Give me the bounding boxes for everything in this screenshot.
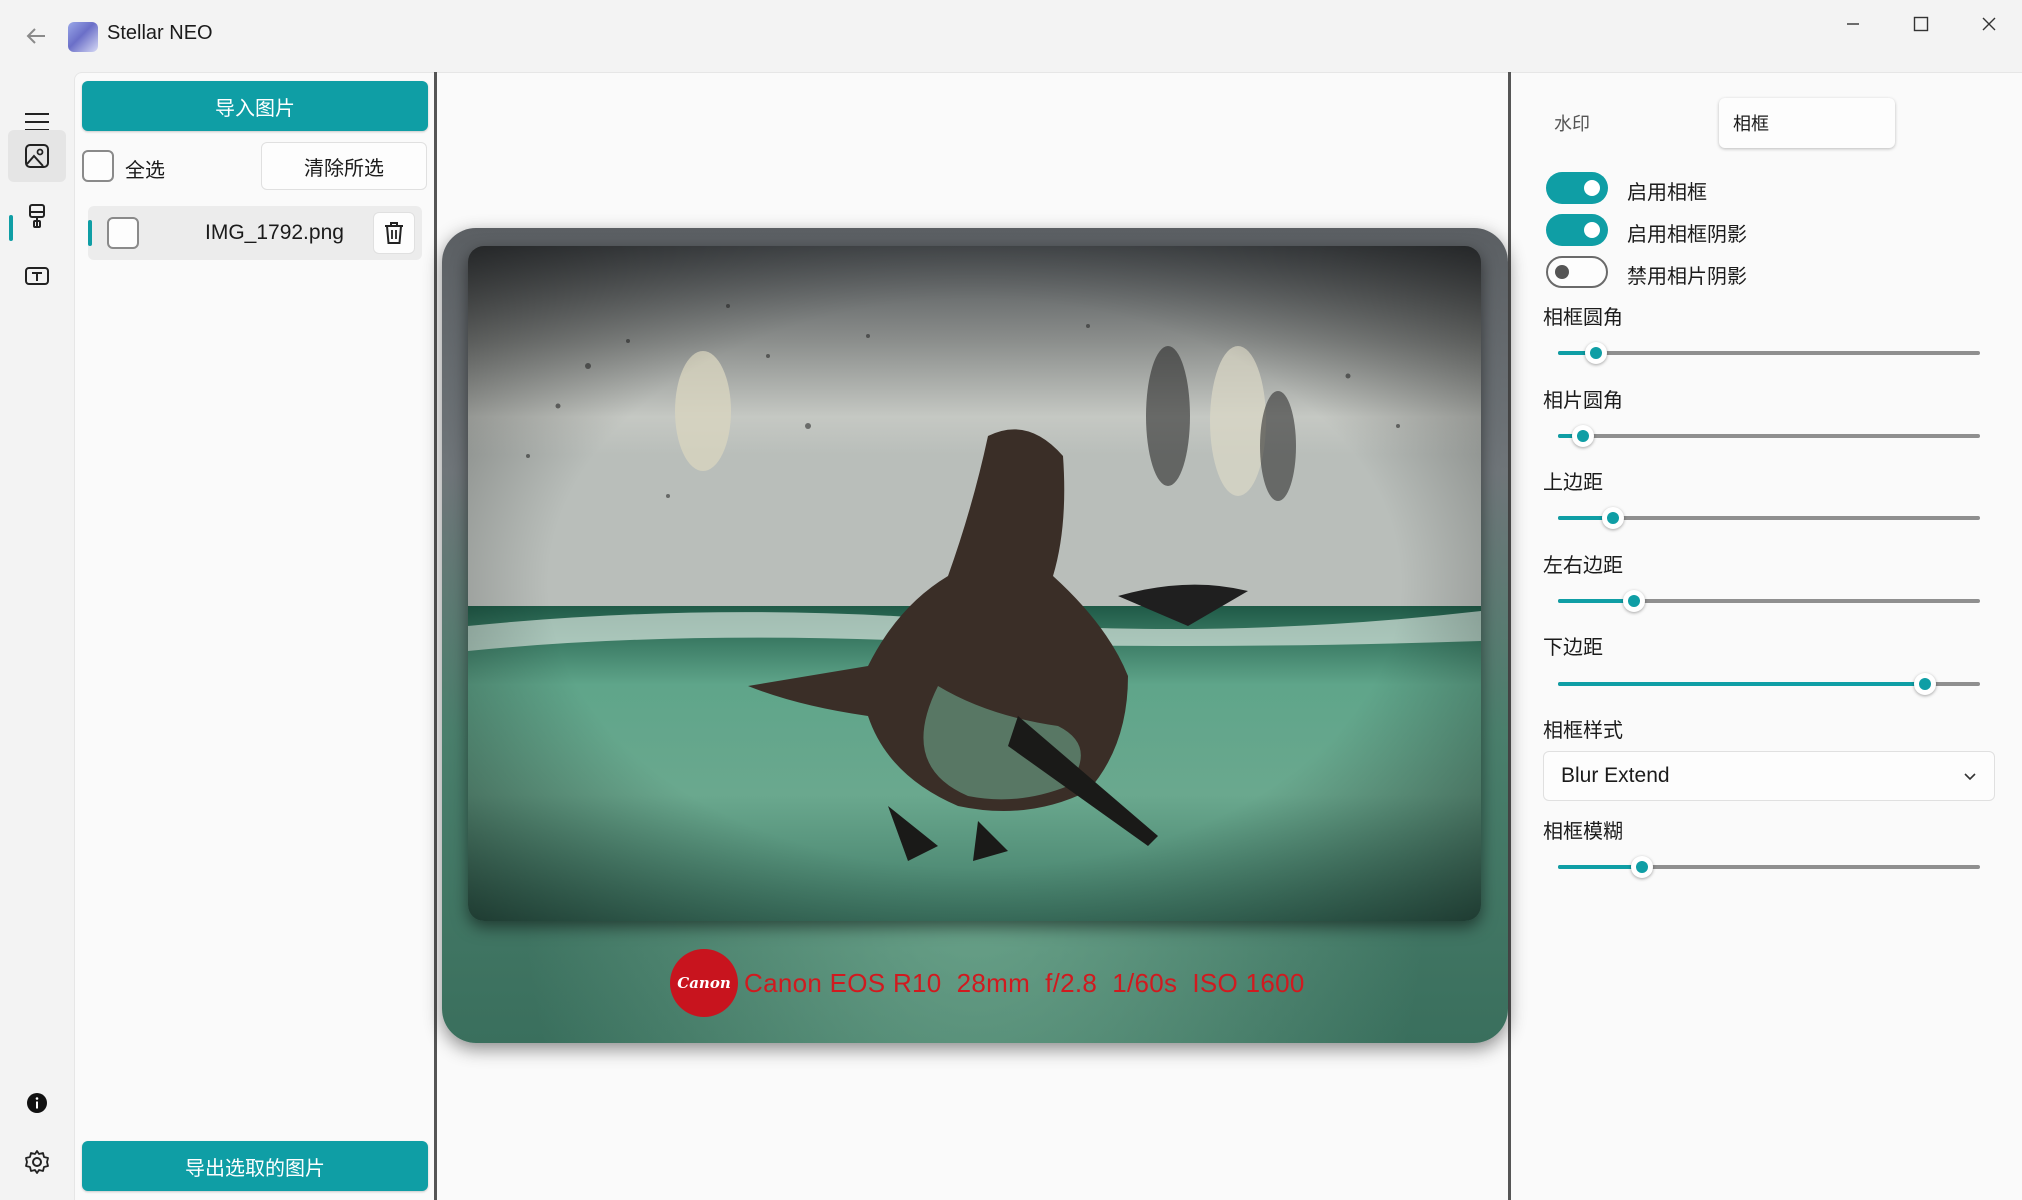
slider-thumb[interactable] xyxy=(1631,856,1654,878)
penguin-photo xyxy=(468,246,1481,921)
app-title: Stellar NEO xyxy=(107,22,213,44)
info-icon xyxy=(27,1093,47,1113)
slider-thumb[interactable] xyxy=(1622,590,1645,612)
side-margin-slider[interactable] xyxy=(1558,590,1980,612)
disable-photo-shadow-label: 禁用相片阴影 xyxy=(1627,264,1747,288)
top-margin-label: 上边距 xyxy=(1543,470,1603,494)
select-all-label: 全选 xyxy=(125,158,165,182)
frame-style-dropdown[interactable]: Blur Extend xyxy=(1543,751,1995,801)
slider-fill xyxy=(1558,682,1926,686)
maximize-button[interactable] xyxy=(1886,0,1956,48)
export-selected-button[interactable]: 导出选取的图片 xyxy=(82,1141,428,1191)
chevron-down-icon xyxy=(1964,773,1976,781)
minimize-button[interactable] xyxy=(1818,0,1888,48)
slider-thumb[interactable] xyxy=(1914,673,1937,695)
back-arrow-icon xyxy=(26,28,45,44)
hamburger-icon xyxy=(25,113,49,131)
trash-icon xyxy=(385,222,403,244)
exif-watermark: Canon Canon EOS R10 28mm f/2.8 1/60s ISO… xyxy=(670,948,1305,1018)
title-bar: Stellar NEO xyxy=(0,0,2022,72)
frame-blur-label: 相框模糊 xyxy=(1543,819,1623,843)
select-all-checkbox[interactable] xyxy=(82,150,114,182)
clear-selected-button[interactable]: 清除所选 xyxy=(261,142,427,190)
maximize-icon xyxy=(1913,16,1929,32)
side-margin-label: 左右边距 xyxy=(1543,553,1623,577)
slider-thumb[interactable] xyxy=(1572,425,1595,447)
enable-frame-shadow-label: 启用相框阴影 xyxy=(1627,222,1747,246)
file-list-item[interactable]: IMG_1792.png xyxy=(88,206,422,260)
disable-photo-shadow-toggle[interactable] xyxy=(1546,256,1608,288)
gear-icon xyxy=(25,1150,49,1174)
close-icon xyxy=(1982,17,1996,31)
nav-rail xyxy=(0,72,74,1200)
slider-fill xyxy=(1558,865,1643,869)
frame-radius-slider[interactable] xyxy=(1558,342,1980,364)
slider-track xyxy=(1558,351,1980,355)
slider-thumb[interactable] xyxy=(1601,507,1624,529)
nav-item-brush[interactable] xyxy=(8,190,66,242)
settings-button[interactable] xyxy=(8,1136,66,1188)
nav-active-indicator xyxy=(9,215,13,241)
nav-item-image[interactable] xyxy=(8,130,66,182)
bottom-margin-slider[interactable] xyxy=(1558,673,1980,695)
nav-item-text[interactable] xyxy=(8,250,66,302)
file-checkbox[interactable] xyxy=(107,217,139,249)
info-button[interactable] xyxy=(8,1077,66,1129)
frame-blur-slider[interactable] xyxy=(1558,856,1980,878)
back-button[interactable] xyxy=(18,18,54,54)
enable-frame-shadow-toggle[interactable] xyxy=(1546,214,1608,246)
minimize-icon xyxy=(1847,23,1859,25)
text-box-icon xyxy=(25,267,49,285)
close-button[interactable] xyxy=(1954,0,2022,48)
brush-icon xyxy=(29,204,45,228)
frame-radius-label: 相框圆角 xyxy=(1543,305,1623,329)
frame-style-label: 相框样式 xyxy=(1543,718,1623,742)
bottom-margin-label: 下边距 xyxy=(1543,635,1603,659)
panel-divider-left[interactable] xyxy=(434,72,437,1200)
tab-watermark[interactable]: 水印 xyxy=(1540,98,1710,148)
file-selected-indicator xyxy=(88,220,92,246)
file-name: IMG_1792.png xyxy=(205,221,344,244)
slider-thumb[interactable] xyxy=(1584,342,1607,364)
image-icon xyxy=(25,144,49,168)
photo-radius-slider[interactable] xyxy=(1558,425,1980,447)
photo-preview xyxy=(468,246,1481,921)
slider-track xyxy=(1558,434,1980,438)
watermark-text: Canon EOS R10 28mm f/2.8 1/60s ISO 1600 xyxy=(744,967,1305,998)
delete-file-button[interactable] xyxy=(373,212,415,254)
tab-frame[interactable]: 相框 xyxy=(1719,98,1895,148)
frame-style-value: Blur Extend xyxy=(1561,764,1670,787)
enable-frame-toggle[interactable] xyxy=(1546,172,1608,204)
import-images-button[interactable]: 导入图片 xyxy=(82,81,428,131)
app-icon xyxy=(68,22,98,52)
top-margin-slider[interactable] xyxy=(1558,507,1980,529)
canon-logo: Canon xyxy=(670,949,738,1017)
panel-divider-right[interactable] xyxy=(1508,72,1511,1200)
enable-frame-label: 启用相框 xyxy=(1627,180,1707,204)
photo-radius-label: 相片圆角 xyxy=(1543,388,1623,412)
